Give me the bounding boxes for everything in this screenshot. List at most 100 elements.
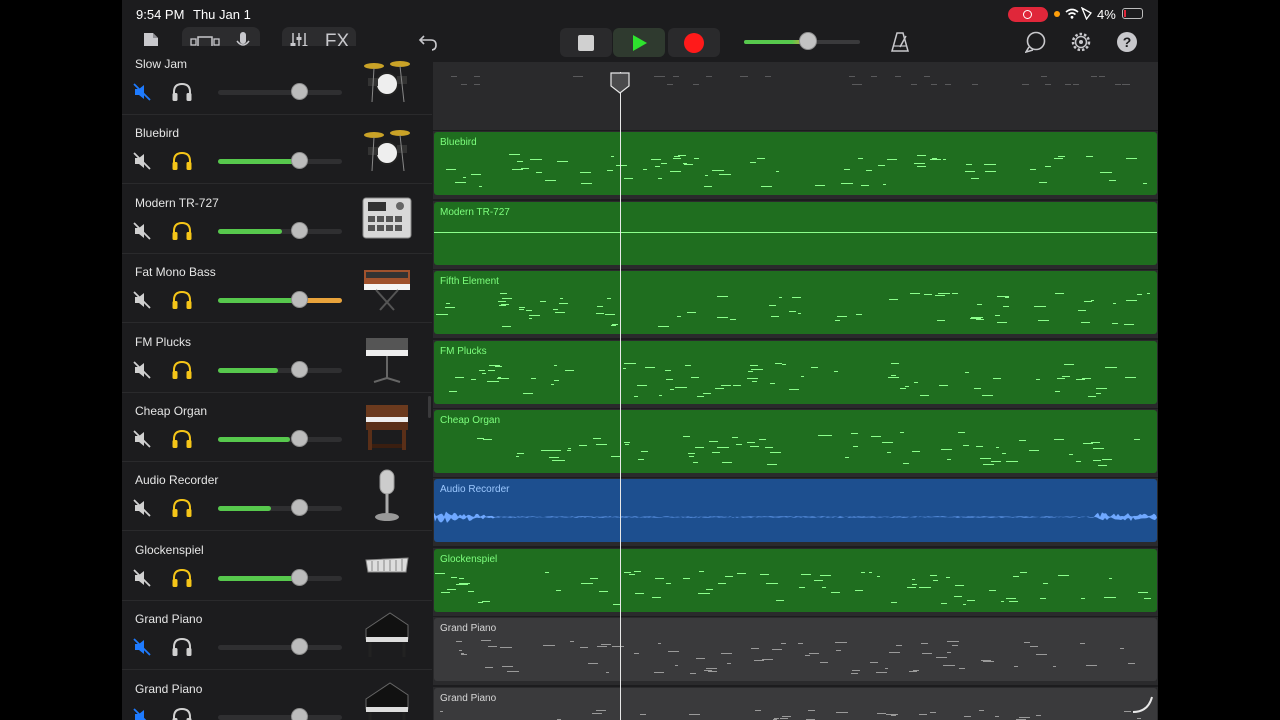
midi-note bbox=[779, 297, 782, 299]
midi-note bbox=[820, 574, 831, 576]
track-lane[interactable]: Modern TR-727 bbox=[433, 200, 1158, 270]
midi-note bbox=[489, 364, 500, 366]
midi-note bbox=[624, 362, 636, 364]
region[interactable]: FM Plucks bbox=[434, 340, 1157, 404]
region[interactable]: Glockenspiel bbox=[434, 548, 1157, 612]
midi-note bbox=[995, 715, 999, 717]
midi-note bbox=[1096, 387, 1107, 389]
midi-note bbox=[775, 362, 782, 364]
midi-note bbox=[607, 298, 611, 300]
region-label: Grand Piano bbox=[440, 692, 497, 704]
midi-note bbox=[530, 159, 542, 161]
midi-note bbox=[654, 672, 664, 674]
midi-note bbox=[1081, 597, 1085, 599]
midi-note bbox=[559, 303, 568, 305]
midi-note bbox=[811, 366, 818, 368]
region[interactable]: Grand Piano bbox=[434, 618, 1157, 682]
midi-note bbox=[1105, 366, 1117, 368]
track-lane[interactable] bbox=[433, 62, 1158, 131]
midi-note bbox=[959, 668, 965, 670]
midi-note bbox=[683, 436, 690, 437]
midi-note bbox=[456, 641, 462, 643]
midi-note bbox=[455, 182, 466, 184]
midi-note bbox=[719, 174, 731, 176]
midi-note bbox=[976, 446, 983, 447]
midi-note bbox=[932, 158, 937, 160]
playhead-handle[interactable] bbox=[610, 72, 630, 94]
midi-note bbox=[1080, 643, 1085, 645]
midi-note bbox=[658, 643, 661, 645]
playhead[interactable] bbox=[620, 72, 621, 720]
midi-note bbox=[1104, 596, 1116, 598]
midi-note bbox=[1102, 459, 1112, 460]
midi-note bbox=[541, 450, 551, 451]
midi-note bbox=[1128, 663, 1135, 665]
midi-note bbox=[463, 177, 466, 179]
midi-note bbox=[725, 575, 733, 577]
midi-note bbox=[721, 384, 731, 386]
track-lane[interactable]: Audio Recorder bbox=[433, 478, 1158, 548]
ghost-note bbox=[924, 76, 930, 77]
region[interactable]: Fifth Element bbox=[434, 271, 1157, 335]
midi-note bbox=[751, 648, 759, 650]
midi-note bbox=[717, 317, 728, 319]
midi-note bbox=[570, 641, 574, 643]
ghost-note bbox=[765, 76, 771, 77]
midi-note bbox=[596, 444, 607, 445]
midi-note bbox=[801, 375, 804, 377]
midi-note bbox=[638, 459, 644, 460]
region[interactable]: Modern TR-727 bbox=[434, 201, 1157, 265]
midi-note bbox=[1086, 156, 1093, 158]
region[interactable]: Grand Piano bbox=[434, 687, 1157, 720]
midi-note bbox=[1019, 716, 1030, 718]
region[interactable]: Cheap Organ bbox=[434, 410, 1157, 473]
midi-note bbox=[757, 158, 765, 160]
midi-note bbox=[1003, 306, 1009, 308]
track-lane[interactable]: FM Plucks bbox=[433, 339, 1158, 409]
resize-corner-icon[interactable] bbox=[1130, 694, 1156, 714]
midi-note bbox=[703, 392, 711, 394]
midi-note bbox=[581, 582, 593, 584]
ghost-note bbox=[1091, 76, 1097, 77]
region[interactable]: Audio Recorder bbox=[434, 479, 1157, 543]
midi-note bbox=[943, 665, 955, 667]
midi-note bbox=[963, 445, 969, 446]
midi-note bbox=[891, 362, 899, 364]
midi-note bbox=[1058, 574, 1069, 576]
track-lane[interactable]: Bluebird bbox=[433, 131, 1158, 201]
midi-note bbox=[919, 586, 931, 588]
midi-note bbox=[730, 319, 736, 321]
midi-note bbox=[507, 671, 519, 673]
midi-note bbox=[727, 663, 731, 665]
midi-note bbox=[798, 313, 801, 315]
midi-note bbox=[922, 653, 932, 655]
track-lane[interactable]: Cheap Organ bbox=[433, 409, 1158, 478]
midi-note bbox=[655, 166, 660, 168]
track-lane[interactable]: Grand Piano bbox=[433, 617, 1158, 687]
midi-note bbox=[760, 573, 769, 575]
midi-note bbox=[481, 640, 491, 642]
midi-note bbox=[659, 394, 662, 396]
midi-note bbox=[551, 383, 554, 385]
midi-note bbox=[715, 387, 724, 389]
midi-note bbox=[446, 303, 450, 305]
midi-note bbox=[1113, 303, 1116, 305]
midi-note bbox=[852, 670, 860, 672]
midi-note bbox=[705, 175, 708, 177]
ghost-note bbox=[931, 84, 937, 85]
track-lane[interactable]: Grand Piano bbox=[433, 686, 1158, 720]
midi-note bbox=[1057, 377, 1065, 379]
midi-note bbox=[478, 601, 483, 603]
midi-note bbox=[977, 304, 982, 306]
track-lane[interactable]: Glockenspiel bbox=[433, 547, 1158, 617]
midi-note bbox=[882, 442, 893, 443]
midi-note bbox=[949, 641, 954, 643]
midi-note bbox=[717, 447, 729, 448]
midi-note bbox=[661, 163, 667, 165]
track-lane[interactable]: Fifth Element bbox=[433, 270, 1158, 340]
midi-note bbox=[905, 385, 909, 387]
region[interactable]: Bluebird bbox=[434, 132, 1157, 196]
midi-note bbox=[983, 464, 994, 465]
ghost-note bbox=[849, 76, 855, 77]
midi-note bbox=[971, 178, 979, 180]
